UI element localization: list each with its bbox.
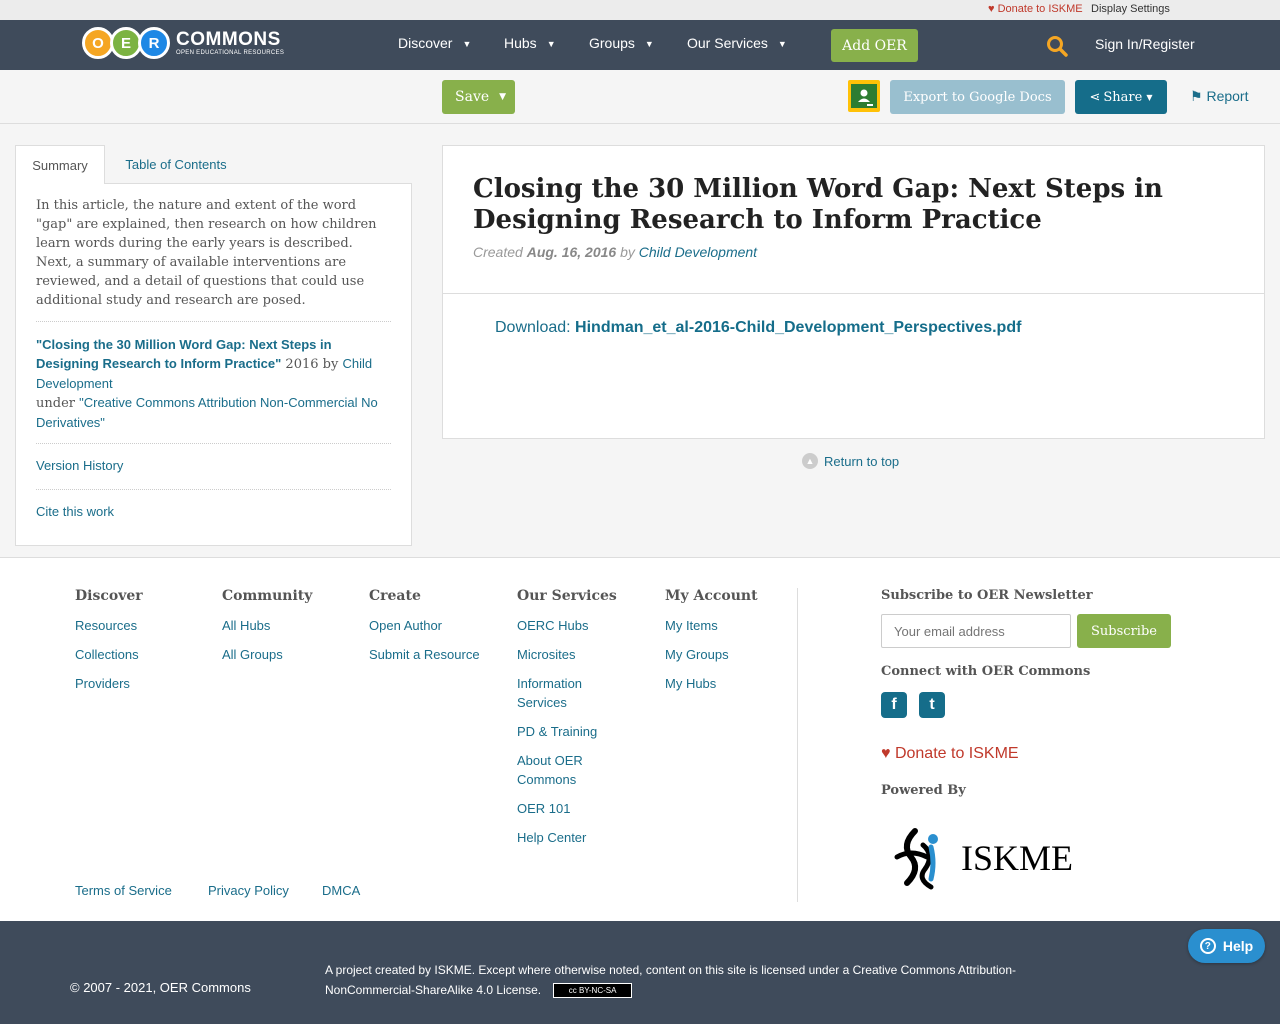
summary-text: In this article, the nature and extent o… [36, 198, 377, 308]
cite-this-work-link[interactable]: Cite this work [36, 504, 114, 519]
attribution: "Closing the 30 Million Word Gap: Next S… [36, 337, 378, 430]
footer-col-create: Create Open Author Submit a Resource [369, 588, 480, 664]
nav-hubs[interactable]: Hubs ▼ [504, 35, 556, 51]
help-button[interactable]: ? Help [1188, 929, 1265, 963]
footer-link-my-hubs[interactable]: My Hubs [665, 674, 758, 693]
logo-text: COMMONS OPEN EDUCATIONAL RESOURCES [176, 29, 285, 56]
cc-license-badge[interactable]: cc BY-NC-SA [553, 983, 633, 999]
divider [443, 293, 1264, 294]
search-icon[interactable] [1046, 35, 1068, 57]
report-link[interactable]: ⚑ Report [1190, 88, 1248, 105]
display-settings-link[interactable]: Display Settings [1091, 3, 1170, 15]
created-meta: Created Aug. 16, 2016 by Child Developme… [473, 244, 758, 260]
footer-link-all-groups[interactable]: All Groups [222, 645, 312, 664]
chevron-down-icon: ▼ [644, 39, 654, 49]
heart-icon: ♥ [881, 745, 891, 762]
tab-summary[interactable]: Summary [15, 145, 105, 184]
caret-down-icon: ▼ [499, 92, 507, 102]
twitter-icon[interactable]: t [919, 692, 945, 718]
footer-link-my-groups[interactable]: My Groups [665, 645, 758, 664]
divider [36, 489, 391, 490]
footer-link-providers[interactable]: Providers [75, 674, 143, 693]
footer-link-my-items[interactable]: My Items [665, 616, 758, 635]
bottom-bar: © 2007 - 2021, OER Commons A project cre… [0, 921, 1280, 1024]
subscribe-button[interactable]: Subscribe [1077, 614, 1171, 648]
connect-heading: Connect with OER Commons [881, 664, 1091, 679]
donate-link[interactable]: ♥ Donate to ISKME [988, 3, 1083, 15]
share-icon: ⋖ [1089, 89, 1101, 105]
save-button[interactable]: Save ▼ [442, 80, 515, 114]
newsletter-email-input[interactable] [881, 614, 1071, 648]
sign-in-register-link[interactable]: Sign In/Register [1095, 36, 1195, 52]
tab-table-of-contents[interactable]: Table of Contents [115, 145, 237, 184]
export-google-docs-button[interactable]: Export to Google Docs [890, 80, 1065, 114]
download-row: Download: Hindman_et_al-2016-Child_Devel… [495, 319, 1022, 336]
resource-toolbar: Save ▼ Export to Google Docs ⋖ Share ▼ ⚑ Re… [0, 70, 1280, 124]
summary-panel: In this article, the nature and extent o… [15, 183, 412, 546]
resource-card: Closing the 30 Million Word Gap: Next St… [442, 145, 1265, 439]
footer-link-pd-training[interactable]: PD & Training [517, 722, 627, 741]
chevron-down-icon: ▼ [462, 39, 472, 49]
caret-down-icon: ▼ [1146, 92, 1153, 102]
return-to-top-link[interactable]: ▲ Return to top [802, 453, 899, 469]
footer-col-our-services: Our Services OERC Hubs Microsites Inform… [517, 588, 627, 857]
share-button[interactable]: ⋖ Share ▼ [1075, 80, 1167, 114]
iskme-logo[interactable]: ISKME [893, 823, 1088, 893]
heart-icon: ♥ [988, 3, 995, 15]
main-navbar: O E R COMMONS OPEN EDUCATIONAL RESOURCES… [0, 20, 1280, 70]
chevron-down-icon: ▼ [777, 39, 787, 49]
footer-link-submit-resource[interactable]: Submit a Resource [369, 645, 480, 664]
google-classroom-icon[interactable] [848, 80, 880, 112]
terms-of-service-link[interactable]: Terms of Service [75, 883, 172, 898]
footer-link-microsites[interactable]: Microsites [517, 645, 627, 664]
footer-link-information-services[interactable]: Information Services [517, 674, 627, 712]
facebook-icon[interactable]: f [881, 692, 907, 718]
logo-letter-r: R [138, 27, 170, 59]
nav-our-services[interactable]: Our Services ▼ [687, 35, 787, 51]
arrow-up-icon: ▲ [802, 453, 818, 469]
dmca-link[interactable]: DMCA [322, 883, 360, 898]
footer-link-all-hubs[interactable]: All Hubs [222, 616, 312, 635]
footer-link-open-author[interactable]: Open Author [369, 616, 480, 635]
newsletter-heading: Subscribe to OER Newsletter [881, 588, 1093, 603]
page-title: Closing the 30 Million Word Gap: Next St… [473, 174, 1163, 235]
footer-col-my-account: My Account My Items My Groups My Hubs [665, 588, 758, 693]
footer-link-help-center[interactable]: Help Center [517, 828, 627, 847]
footer-col-discover: Discover Resources Collections Providers [75, 588, 143, 693]
divider [36, 321, 391, 322]
flag-icon: ⚑ [1190, 88, 1203, 104]
footer-link-oer-101[interactable]: OER 101 [517, 799, 627, 818]
site-footer: Discover Resources Collections Providers… [0, 557, 1280, 921]
copyright-text: © 2007 - 2021, OER Commons [70, 980, 251, 995]
footer-donate-link[interactable]: ♥ Donate to ISKME [881, 745, 1019, 763]
footer-link-collections[interactable]: Collections [75, 645, 143, 664]
add-oer-button[interactable]: Add OER [831, 29, 918, 62]
divider [36, 443, 391, 444]
author-link[interactable]: Child Development [639, 244, 757, 260]
powered-by-heading: Powered By [881, 783, 966, 798]
oer-commons-logo[interactable]: O E R COMMONS OPEN EDUCATIONAL RESOURCES [82, 26, 284, 60]
license-link[interactable]: "Creative Commons Attribution Non-Commer… [36, 395, 378, 430]
footer-link-resources[interactable]: Resources [75, 616, 143, 635]
created-date: Aug. 16, 2016 [526, 244, 617, 260]
footer-divider [797, 588, 798, 902]
privacy-policy-link[interactable]: Privacy Policy [208, 883, 289, 898]
license-notice: A project created by ISKME. Except where… [325, 963, 1017, 999]
nav-groups[interactable]: Groups ▼ [589, 35, 654, 51]
question-icon: ? [1199, 938, 1216, 954]
download-file-link[interactable]: Hindman_et_al-2016-Child_Development_Per… [575, 319, 1021, 336]
utility-bar: ♥ Donate to ISKME Display Settings [0, 0, 1280, 20]
footer-link-about-oer-commons[interactable]: About OER Commons [517, 751, 627, 789]
chevron-down-icon: ▼ [546, 39, 556, 49]
nav-discover[interactable]: Discover ▼ [398, 35, 471, 51]
version-history-link[interactable]: Version History [36, 458, 123, 473]
footer-link-oerc-hubs[interactable]: OERC Hubs [517, 616, 627, 635]
footer-col-community: Community All Hubs All Groups [222, 588, 313, 664]
resource-sidebar: Summary Table of Contents In this articl… [15, 145, 412, 546]
